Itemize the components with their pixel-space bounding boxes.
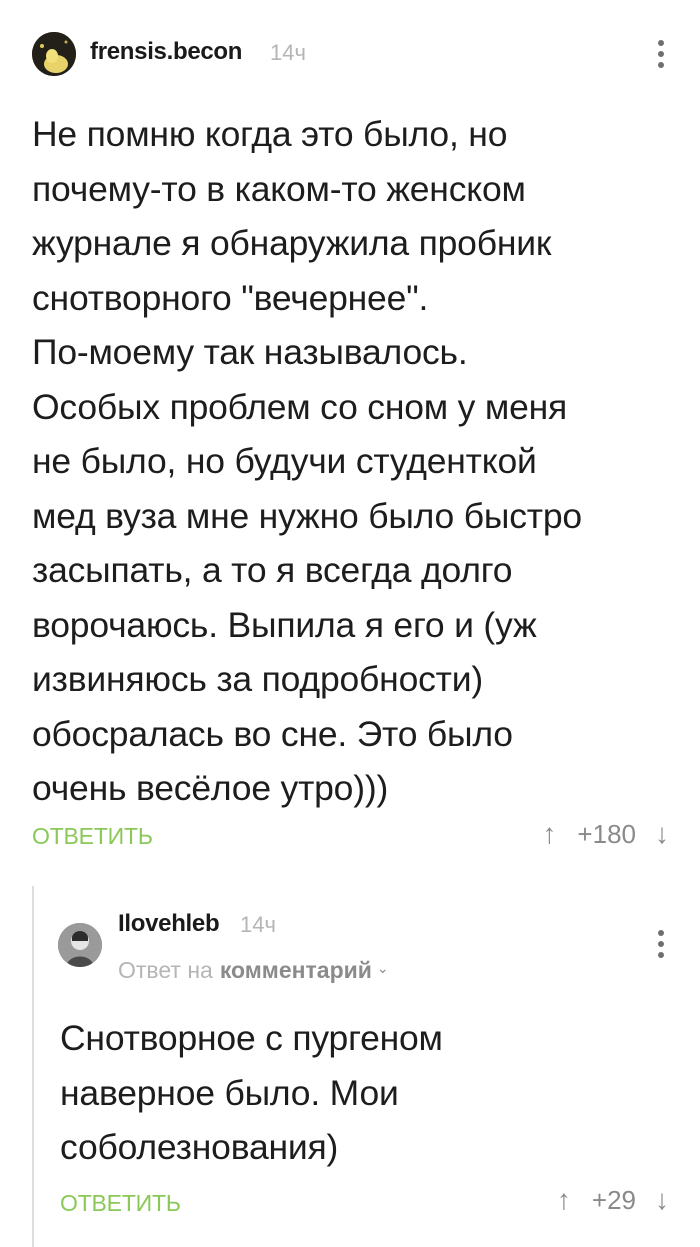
avatar-image: [58, 923, 102, 967]
arrow-up-icon[interactable]: ↑: [552, 1184, 576, 1216]
chevron-down-icon[interactable]: ⌄: [377, 960, 389, 977]
rating-value: +29: [591, 1184, 636, 1215]
reply-text: Снотворное с пургеном наверное было. Мои…: [60, 1018, 443, 1167]
more-vertical-icon[interactable]: [656, 40, 666, 68]
reply-prefix: Ответ на: [118, 957, 213, 983]
reply-rating: ↑ +29 ↓: [552, 1184, 674, 1216]
arrow-down-icon[interactable]: ↓: [650, 818, 674, 850]
reply-user-avatar[interactable]: [58, 923, 102, 967]
reply-to-meta: Ответ на комментарий ⌄: [118, 957, 389, 984]
reply-time: 14ч: [240, 912, 276, 937]
more-vertical-icon[interactable]: [656, 930, 666, 958]
user-avatar[interactable]: [32, 32, 76, 76]
reply-target-link[interactable]: комментарий: [220, 957, 372, 984]
comment: frensis.becon 14ч Не помню когда это был…: [0, 0, 700, 870]
comment-time: 14ч: [270, 40, 306, 65]
avatar-image: [32, 32, 76, 76]
reply-button[interactable]: ОТВЕТИТЬ: [32, 823, 153, 850]
username[interactable]: frensis.becon: [90, 38, 242, 66]
arrow-up-icon[interactable]: ↑: [537, 818, 561, 850]
rating-value: +180: [577, 818, 636, 849]
reply-username[interactable]: Ilovehleb: [118, 910, 220, 938]
reply-button[interactable]: ОТВЕТИТЬ: [60, 1190, 181, 1217]
thread-line[interactable]: [32, 886, 34, 1247]
arrow-down-icon[interactable]: ↓: [650, 1184, 674, 1216]
comment-text: Не помню когда это было, но почему-то в …: [32, 114, 582, 808]
comment-rating: ↑ +180 ↓: [537, 818, 674, 850]
